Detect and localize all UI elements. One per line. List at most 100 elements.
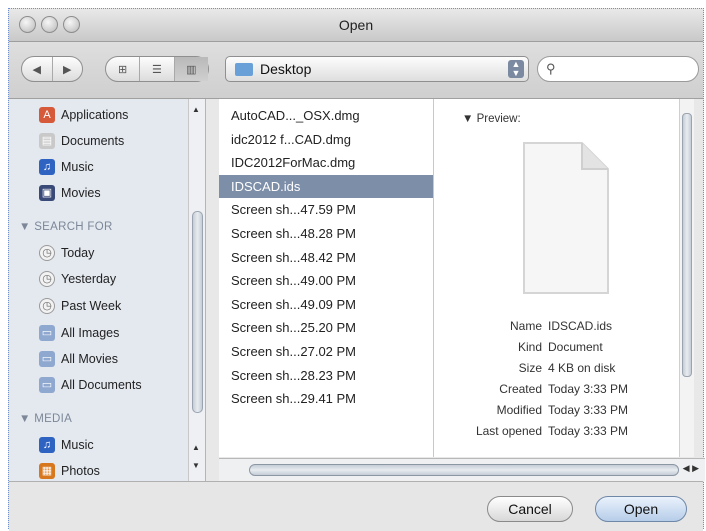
info-value: Today 3:33 PM: [548, 403, 629, 417]
search-icon: ⚲: [546, 61, 556, 76]
list-view-icon[interactable]: ☰: [139, 57, 173, 81]
scroll-down-arrow-icon[interactable]: ▼: [192, 461, 200, 470]
media-heading-label: MEDIA: [34, 413, 73, 425]
horizontal-scroll-arrows-icon[interactable]: ◀ ▶: [683, 463, 699, 474]
sidebar-item-label: All Documents: [61, 378, 142, 392]
info-value: IDSCAD.ids: [548, 319, 613, 333]
info-value: 4 KB on disk: [548, 361, 616, 375]
title-bar[interactable]: Open: [9, 9, 703, 42]
cancel-button[interactable]: Cancel: [487, 496, 573, 522]
media-heading[interactable]: ▼ MEDIA: [19, 413, 72, 425]
open-dialog-window: Open ◀ ▶ ⊞ ☰ ▥ Desktop ▲ ▼ ⚲ A Application…: [8, 8, 705, 531]
column-view-icon[interactable]: ▥: [173, 57, 208, 81]
view-mode-control: ⊞ ☰ ▥: [105, 56, 209, 82]
sidebar-item-label: All Movies: [61, 352, 118, 366]
folder-icon: [235, 63, 253, 76]
file-column: AutoCAD..._OSX.dmg idc2012 f...CAD.dmg IDC…: [219, 99, 434, 457]
file-list-item[interactable]: Screen sh...48.28 PM: [219, 222, 433, 245]
sidebar-item-photos[interactable]: ▦ Photos: [39, 461, 100, 481]
back-forward-control: ◀ ▶: [21, 56, 83, 82]
file-list-item[interactable]: Screen sh...28.23 PM: [219, 364, 433, 387]
file-list-item[interactable]: Screen sh...27.02 PM: [219, 340, 433, 363]
popup-stepper-icon: ▲ ▼: [508, 60, 524, 78]
search-for-heading-label: SEARCH FOR: [34, 221, 113, 233]
info-key: Last opened: [475, 424, 542, 438]
sidebar-item-past-week[interactable]: ◷ Past Week: [39, 296, 121, 316]
preview-scrollbar[interactable]: [679, 99, 694, 457]
sidebar-item-all-images[interactable]: ▭ All Images: [39, 323, 119, 343]
search-field[interactable]: ⚲: [537, 56, 699, 82]
file-list-item[interactable]: Screen sh...49.00 PM: [219, 269, 433, 292]
file-list-item[interactable]: Screen sh...49.09 PM: [219, 293, 433, 316]
sidebar-item-today[interactable]: ◷ Today: [39, 243, 94, 263]
sidebar: A Applications ▤ Documents ♫ Music ▣ Movies ▼ SE…: [9, 99, 206, 481]
sidebar-item-label: Yesterday: [61, 272, 117, 286]
file-list-item[interactable]: AutoCAD..._OSX.dmg: [219, 104, 433, 127]
file-list-item[interactable]: Screen sh...47.59 PM: [219, 198, 433, 221]
file-list-item[interactable]: Screen sh...48.42 PM: [219, 246, 433, 269]
info-key: Name: [509, 319, 542, 333]
smart-folder-icon: ▭: [39, 325, 55, 341]
location-label: Desktop: [260, 61, 312, 77]
sidebar-item-label: Music: [61, 438, 94, 452]
info-value: Today 3:33 PM: [548, 382, 629, 396]
music-note-icon: ♫: [39, 437, 55, 453]
location-popup[interactable]: Desktop ▲ ▼: [225, 56, 529, 82]
applications-icon: A: [39, 107, 55, 123]
sidebar-scrollbar[interactable]: ▲ ▲ ▼: [188, 99, 205, 481]
clock-icon: ◷: [39, 271, 55, 287]
sidebar-item-label: Music: [61, 160, 94, 174]
preview-pane: ▼ Preview: Name IDSCAD.ids Kind Document Siz…: [434, 99, 694, 457]
info-key: Modified: [496, 403, 542, 417]
sidebar-item-movies[interactable]: ▣ Movies: [39, 183, 101, 203]
file-list-item[interactable]: IDC2012ForMac.dmg: [219, 151, 433, 174]
info-key: Size: [518, 361, 542, 375]
clock-icon: ◷: [39, 298, 55, 314]
toolbar: ◀ ▶ ⊞ ☰ ▥ Desktop ▲ ▼ ⚲: [9, 42, 703, 99]
scroll-up-arrow-icon[interactable]: ▲: [192, 443, 200, 452]
sidebar-item-label: Photos: [61, 464, 100, 478]
sidebar-scroll-thumb[interactable]: [192, 211, 203, 413]
search-for-heading[interactable]: ▼ SEARCH FOR: [19, 221, 113, 233]
file-list-item[interactable]: Screen sh...25.20 PM: [219, 316, 433, 339]
icon-view-icon[interactable]: ⊞: [106, 57, 139, 81]
window-title: Open: [338, 17, 374, 33]
info-value: Document: [548, 340, 603, 354]
documents-folder-icon: ▤: [39, 133, 55, 149]
preview-scroll-thumb[interactable]: [682, 113, 692, 377]
document-icon: [523, 142, 609, 294]
movies-film-icon: ▣: [39, 185, 55, 201]
sidebar-item-all-documents[interactable]: ▭ All Documents: [39, 375, 142, 395]
sidebar-item-applications[interactable]: A Applications: [39, 105, 128, 125]
sidebar-item-label: Past Week: [61, 299, 122, 313]
file-list-item[interactable]: Screen sh...29.41 PM: [219, 387, 433, 410]
info-key: Created: [499, 382, 542, 396]
info-value: Today 3:33 PM: [548, 424, 629, 438]
dialog-footer: Cancel Open: [9, 481, 703, 531]
photos-icon: ▦: [39, 463, 55, 479]
music-note-icon: ♫: [39, 159, 55, 175]
forward-arrow-icon[interactable]: ▶: [51, 57, 83, 81]
info-key: Kind: [517, 340, 542, 354]
smart-folder-icon: ▭: [39, 377, 55, 393]
sidebar-item-all-movies[interactable]: ▭ All Movies: [39, 349, 118, 369]
smart-folder-icon: ▭: [39, 351, 55, 367]
sidebar-item-documents[interactable]: ▤ Documents: [39, 131, 124, 151]
horizontal-scroll-thumb[interactable]: [249, 464, 679, 476]
sidebar-item-label: Movies: [61, 186, 101, 200]
sidebar-item-label: Documents: [61, 134, 125, 148]
file-list-item[interactable]: idc2012 f...CAD.dmg: [219, 128, 433, 151]
sidebar-item-music[interactable]: ♫ Music: [39, 435, 94, 455]
open-button[interactable]: Open: [595, 496, 687, 522]
file-list-item[interactable]: IDSCAD.ids: [219, 174, 433, 198]
back-arrow-icon[interactable]: ◀: [22, 57, 52, 81]
sidebar-item-yesterday[interactable]: ◷ Yesterday: [39, 269, 116, 289]
preview-heading[interactable]: ▼ Preview:: [462, 113, 521, 125]
sidebar-item-label: All Images: [61, 326, 120, 340]
scroll-up-arrow-icon[interactable]: ▲: [192, 105, 200, 114]
sidebar-item-music[interactable]: ♫ Music: [39, 157, 94, 177]
clock-icon: ◷: [39, 245, 55, 261]
sidebar-item-label: Today: [61, 246, 95, 260]
horizontal-scrollbar[interactable]: ◀ ▶: [219, 458, 705, 481]
sidebar-item-label: Applications: [61, 108, 129, 122]
